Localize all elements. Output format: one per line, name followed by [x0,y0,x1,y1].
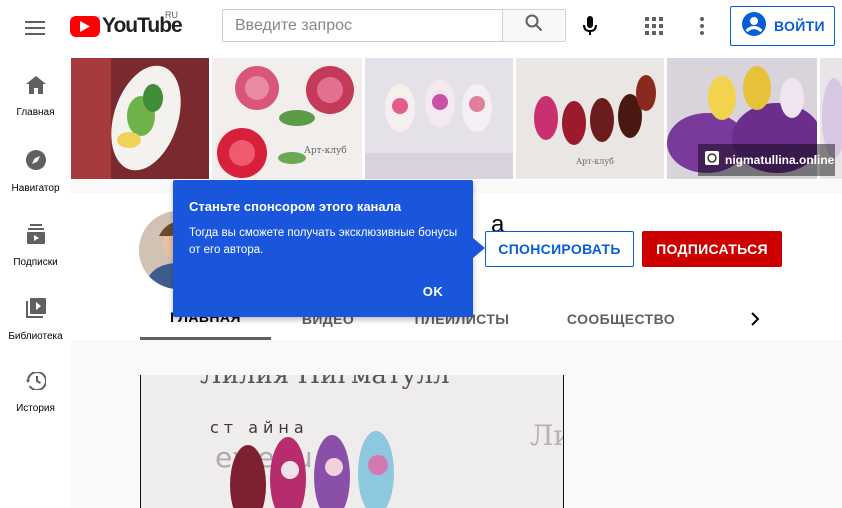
sponsor-button[interactable]: СПОНСИРОВАТЬ [485,231,634,267]
home-icon [25,76,46,99]
sidebar-item-label: Библиотека [8,331,63,342]
login-label: ВОЙТИ [774,18,825,34]
country-code: RU [165,10,178,20]
banner-image [71,58,209,179]
sidebar-item-label: История [16,403,55,414]
video-overlay-text: ст айна [210,418,309,437]
svg-text:Арт-клуб: Арт-клуб [304,145,347,156]
subscriptions-icon [26,224,45,249]
sidebar-item-label: Главная [16,107,55,118]
featured-video[interactable]: Лилия Нигматулл ст айна ex e.ru Ли [140,375,564,508]
banner-website-link[interactable]: nigmatullina.online [698,144,835,176]
chevron-right-icon[interactable] [743,307,767,331]
sidebar-item-explore[interactable]: Навигатор [0,130,71,204]
search-icon [525,14,543,37]
youtube-channel-page: YouTube RU ВОЙТИ [0,0,842,508]
sidebar-item-label: Подписки [13,257,58,268]
banner-image: Арт-клуб [212,58,362,179]
popup-title: Станьте спонсором этого канала [189,199,402,214]
menu-icon[interactable] [23,16,47,40]
video-overlay-text: Лилия Нигматулл [200,375,450,390]
video-overlay-text: Ли [530,419,564,452]
search-input[interactable] [222,9,502,42]
apps-grid-icon[interactable] [642,14,666,38]
more-options-icon[interactable] [690,14,714,38]
popup-arrow [473,238,485,258]
subscribe-button[interactable]: ПОДПИСАТЬСЯ [642,231,782,267]
history-icon [25,371,47,395]
banner-link-text: nigmatullina.online [725,153,835,167]
popup-text: Тогда вы сможете получать эксклюзивные б… [189,227,458,256]
sidebar-item-library[interactable]: Библиотека [0,278,71,352]
sidebar: Главная Навигатор Подписки Библиотека Ис… [0,56,71,508]
search-button[interactable] [502,9,566,42]
top-bar: YouTube RU ВОЙТИ [0,0,842,56]
popup-ok-button[interactable]: OK [415,280,451,302]
compass-icon [25,150,46,175]
svg-text:Арт-клуб: Арт-клуб [576,157,614,166]
login-button[interactable]: ВОЙТИ [730,6,835,46]
channel-content: Лилия Нигматулл ст айна ex e.ru Ли [71,340,842,508]
sponsor-promo-popup: Станьте спонсором этого канала Тогда вы … [173,180,473,317]
youtube-play-icon [70,15,100,37]
sidebar-item-label: Навигатор [11,183,60,194]
account-circle-icon [742,11,766,41]
banner-image: Арт-клуб [516,58,664,179]
microphone-icon[interactable] [578,14,602,38]
library-icon [25,298,46,323]
sidebar-item-history[interactable]: История [0,352,71,426]
channel-banner: Арт-клуб Арт-клуб nigmatullina.online [71,56,842,180]
tab-community[interactable]: СООБЩЕСТВО [551,297,691,340]
website-link-icon [705,150,719,170]
search-bar [222,9,566,42]
banner-image [365,58,513,179]
youtube-logo[interactable]: YouTube RU [70,10,183,38]
sidebar-item-subscriptions[interactable]: Подписки [0,204,71,278]
sidebar-item-home[interactable]: Главная [0,56,71,130]
